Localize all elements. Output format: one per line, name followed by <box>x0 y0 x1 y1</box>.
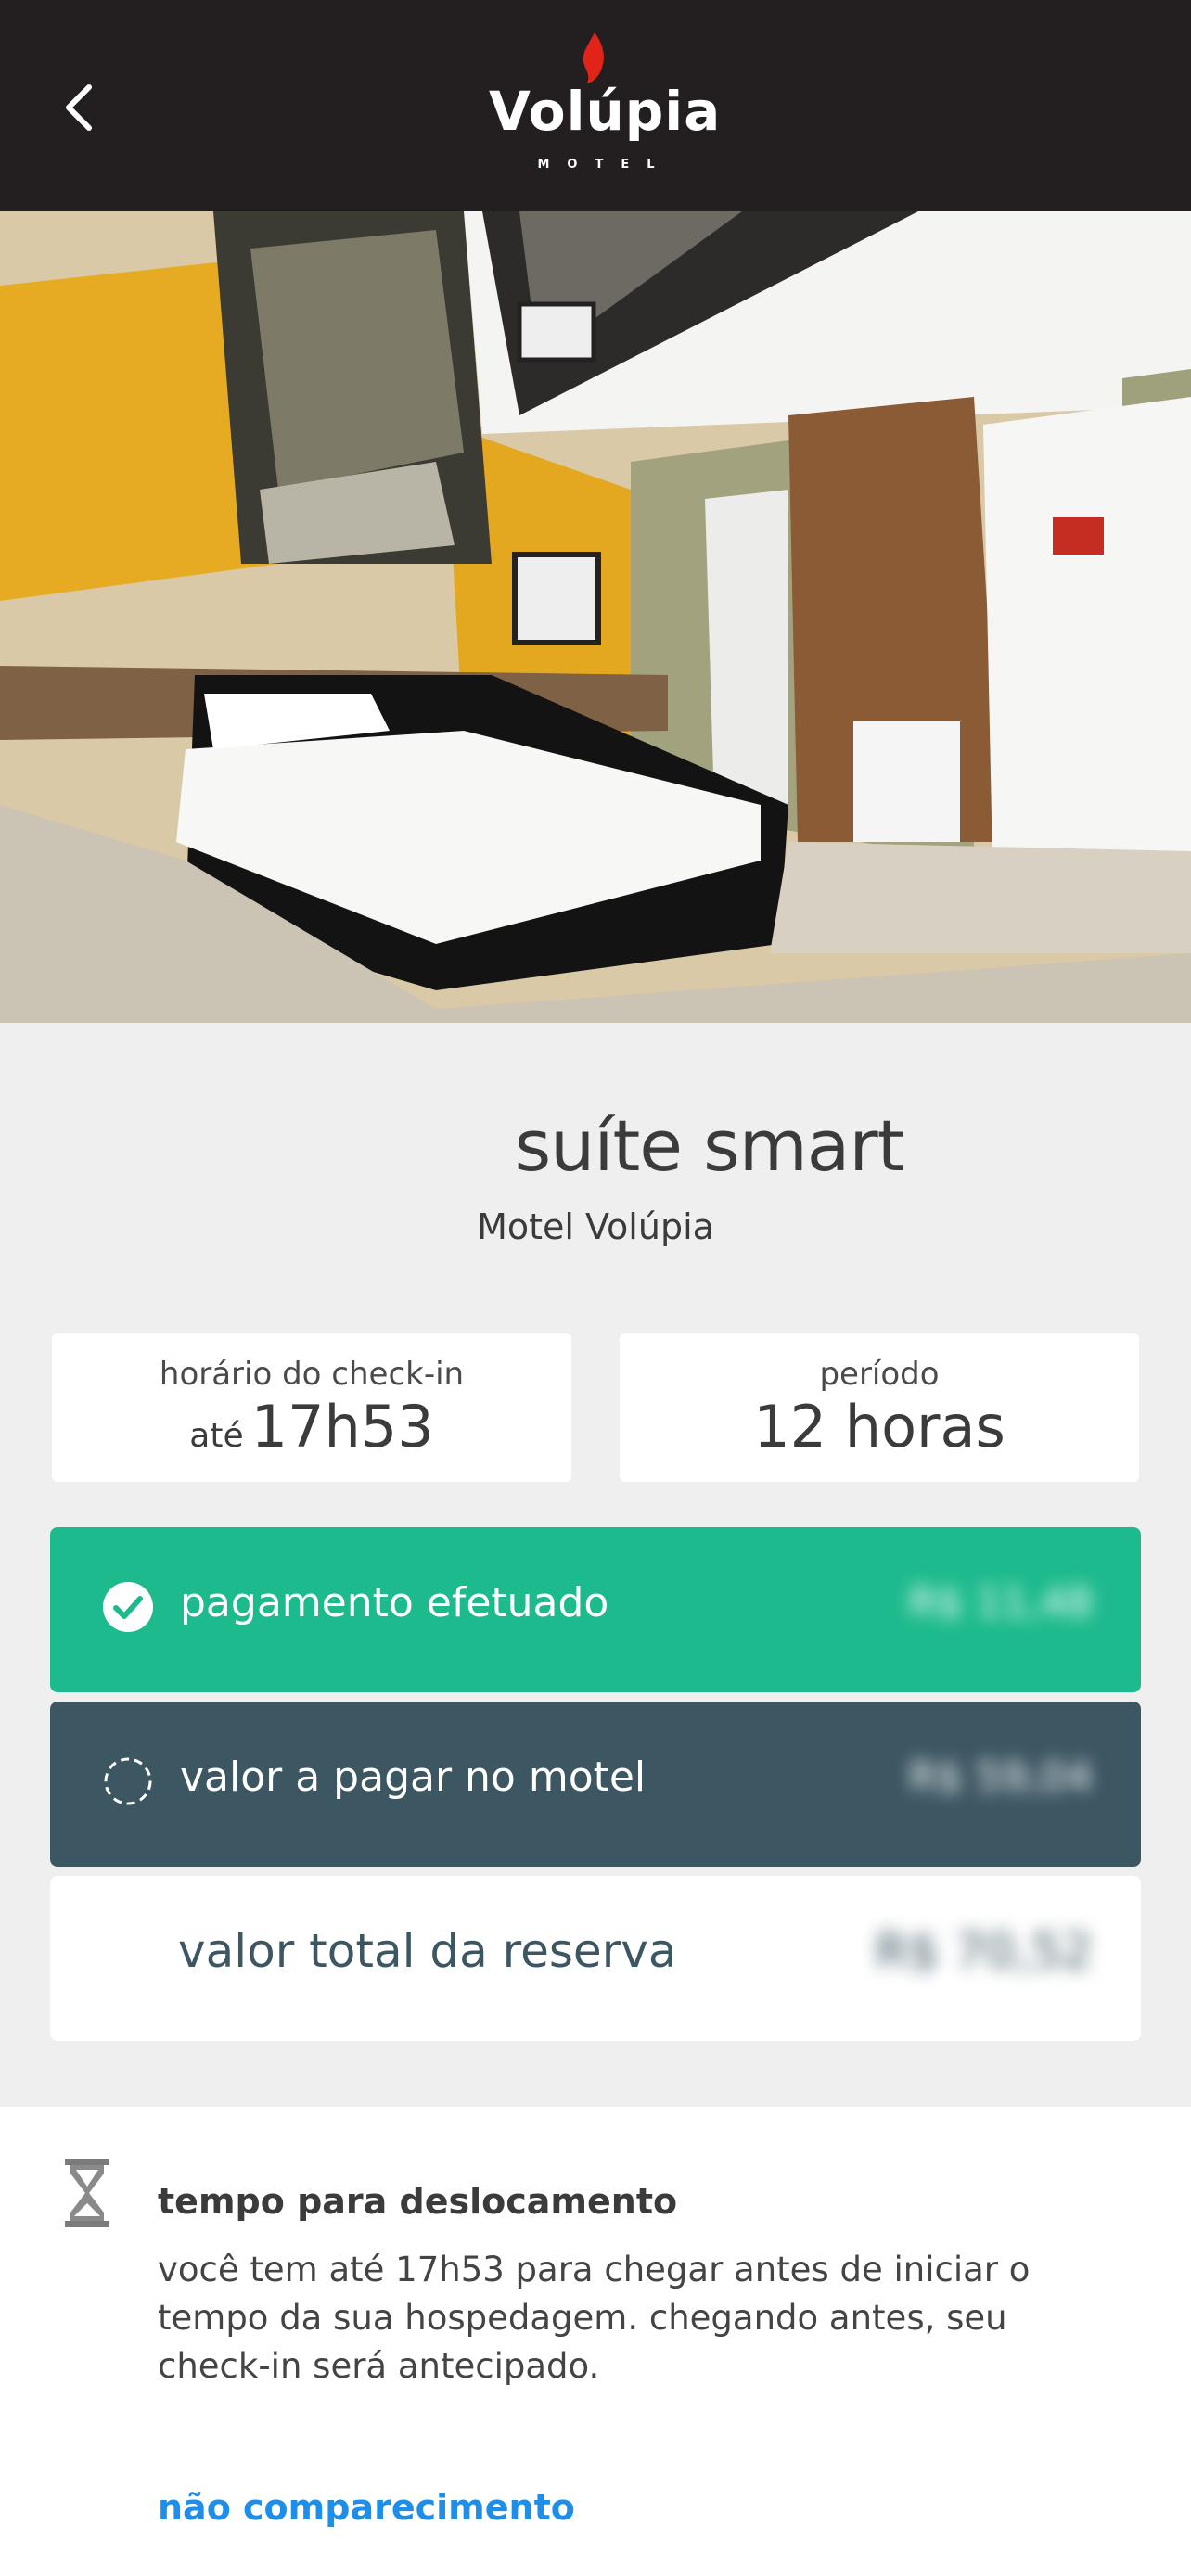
checkin-card: horário do check-in até 17h53 <box>52 1333 571 1482</box>
motel-name: Motel Volúpia <box>477 1206 714 1247</box>
chevron-left-icon <box>66 84 92 131</box>
period-label: período <box>819 1356 940 1393</box>
back-button[interactable] <box>46 67 111 148</box>
volupia-logo: Volúpia MOTEL <box>489 28 722 185</box>
payment-made-row: pagamento efetuado R$ 11,48 <box>50 1527 1141 1692</box>
logo-subtext: MOTEL <box>537 158 672 172</box>
amount-due-amount: R$ 59,04 <box>908 1753 1093 1801</box>
no-show-link[interactable]: não comparecimento <box>158 2487 575 2528</box>
checkin-time: 17h53 <box>250 1393 434 1460</box>
checkin-prefix: até <box>189 1417 244 1455</box>
travel-section: tempo para deslocamento você tem até 17h… <box>0 2107 1191 2576</box>
checkin-label: horário do check-in <box>159 1356 465 1393</box>
dashed-circle-icon <box>104 1757 152 1805</box>
travel-description: você tem até 17h53 para chegar antes de … <box>158 2250 1031 2386</box>
checkin-value: até 17h53 <box>52 1393 571 1460</box>
period-card: período 12 horas <box>620 1333 1139 1482</box>
room-name: suíte smart <box>514 1104 905 1187</box>
total-reservation-label: valor total da reserva <box>178 1924 677 1978</box>
check-circle-icon <box>103 1582 153 1632</box>
hourglass-icon <box>65 2159 109 2227</box>
total-reservation-amount: R$ 70,52 <box>875 1924 1093 1980</box>
travel-title: tempo para deslocamento <box>158 2181 678 2222</box>
payment-made-amount: R$ 11,48 <box>908 1579 1093 1626</box>
payment-made-label: pagamento efetuado <box>180 1579 609 1626</box>
room-photo <box>0 211 1191 1023</box>
amount-due-label: valor a pagar no motel <box>180 1753 647 1801</box>
period-value: 12 horas <box>753 1393 1005 1460</box>
amount-due-row: valor a pagar no motel R$ 59,04 <box>50 1702 1141 1867</box>
logo-text: Volúpia <box>489 80 722 143</box>
flame-icon <box>583 32 604 83</box>
app-header: Volúpia MOTEL <box>0 0 1191 211</box>
total-reservation-row: valor total da reserva R$ 70,52 <box>50 1876 1141 2041</box>
